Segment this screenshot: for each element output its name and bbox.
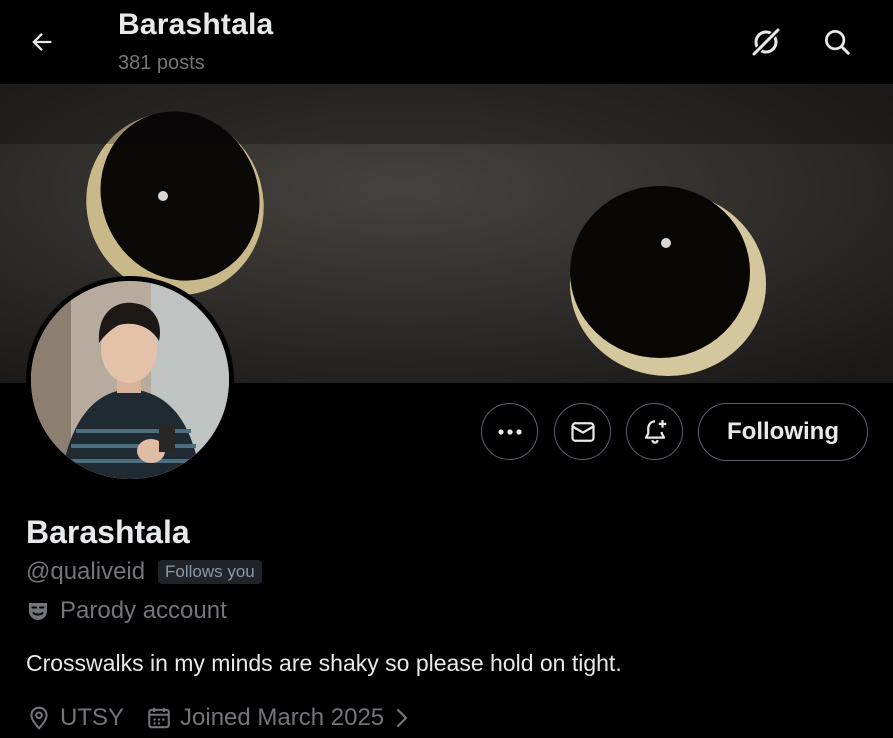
- location-text: UTSY: [60, 704, 125, 731]
- search-icon: [825, 30, 850, 55]
- avatar-ring: [26, 276, 234, 484]
- back-button[interactable]: [22, 22, 62, 62]
- bio: Crosswalks in my minds are shaky so plea…: [26, 650, 622, 676]
- chevron-right-icon: [397, 708, 408, 728]
- top-bar: Barashtala 381 posts: [0, 0, 893, 84]
- follows-you-badge: Follows you: [158, 560, 262, 584]
- parody-mask-icon: [29, 603, 47, 620]
- avatar[interactable]: [31, 281, 229, 479]
- parody-text: Parody account: [60, 597, 227, 624]
- joined-text: Joined March 2025: [180, 704, 385, 731]
- bell-plus-icon: [644, 419, 666, 444]
- handle: @qualiveid: [26, 558, 146, 585]
- profile-meta: UTSY Joined March 2025: [26, 702, 434, 734]
- more-button[interactable]: [481, 403, 538, 460]
- back-arrow-icon: [32, 33, 52, 51]
- envelope-icon: [570, 421, 595, 442]
- following-button[interactable]: Following: [698, 403, 868, 461]
- location: UTSY: [26, 704, 124, 732]
- location-icon: [30, 706, 48, 730]
- joined-date[interactable]: Joined March 2025: [146, 704, 412, 732]
- more-icon: [497, 428, 522, 435]
- grok-button[interactable]: [744, 20, 788, 64]
- parody-label: Parody account: [26, 596, 227, 626]
- page-title: Barashtala: [118, 8, 274, 41]
- display-name: Barashtala: [26, 514, 190, 550]
- posts-count: 381 posts: [118, 52, 205, 74]
- message-button[interactable]: [554, 403, 611, 460]
- calendar-icon: [148, 707, 170, 729]
- search-button[interactable]: [815, 20, 859, 64]
- grok-icon: [752, 28, 780, 56]
- avatar-photo: [31, 281, 229, 479]
- notify-button[interactable]: [626, 403, 683, 460]
